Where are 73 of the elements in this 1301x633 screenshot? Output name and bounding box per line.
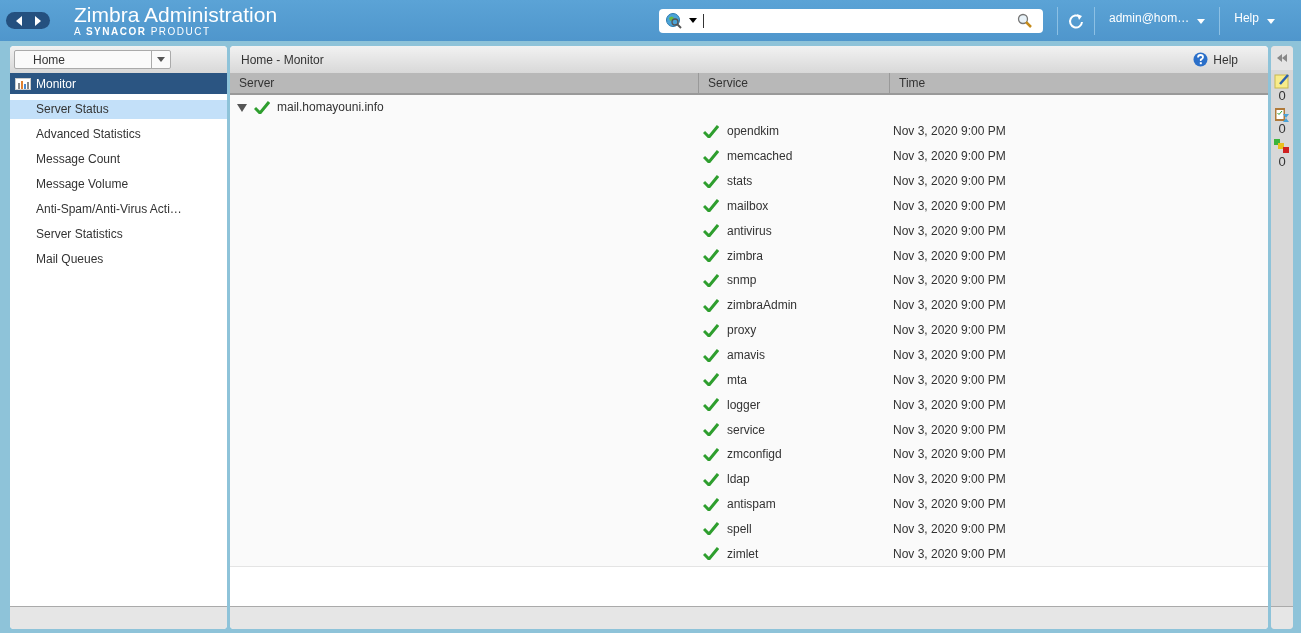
panel-footer	[1271, 606, 1293, 629]
sidebar-item[interactable]: Server Status	[10, 100, 227, 119]
service-time: Nov 3, 2020 9:00 PM	[893, 348, 1006, 362]
service-name: logger	[727, 397, 761, 412]
service-name: amavis	[727, 348, 765, 362]
count-label: 0	[1278, 89, 1286, 103]
column-header[interactable]: Service	[699, 73, 890, 93]
service-name: mailbox	[727, 198, 769, 213]
count-label: 0	[1278, 155, 1286, 169]
app-subtitle: A SYNACOR PRODUCT	[74, 26, 212, 37]
caret-icon[interactable]	[157, 57, 165, 62]
service-name: stats	[727, 174, 753, 189]
sidebar-item[interactable]: Mail Queues	[10, 250, 227, 269]
collapse-triangle-icon[interactable]	[237, 102, 247, 112]
app-title: Zimbra Administration	[74, 4, 279, 26]
service-name: antispam	[727, 497, 776, 512]
service-time: Nov 3, 2020 9:00 PM	[893, 198, 1006, 213]
service-name: memcached	[727, 149, 793, 164]
clipboard-hourglass-icon[interactable]	[1274, 106, 1290, 122]
home-breadcrumb-button[interactable]: Home	[14, 50, 171, 69]
service-name: zimlet	[727, 546, 759, 561]
service-name: mta	[727, 372, 747, 387]
service-name: snmp	[727, 273, 757, 288]
service-time: Nov 3, 2020 9:00 PM	[893, 298, 1006, 313]
service-time: Nov 3, 2020 9:00 PM	[893, 397, 1006, 412]
bar-chart-icon	[15, 77, 31, 90]
service-name: proxy	[727, 323, 757, 338]
sidebar-item[interactable]: Message Count	[10, 150, 227, 169]
service-time: Nov 3, 2020 9:00 PM	[893, 521, 1006, 536]
double-arrow-icon	[1277, 54, 1287, 62]
search-field[interactable]	[659, 8, 1043, 33]
caret-icon[interactable]	[1197, 19, 1206, 24]
column-header[interactable]: Server	[230, 73, 699, 93]
service-time: Nov 3, 2020 9:00 PM	[893, 223, 1006, 238]
squares-icon[interactable]	[1274, 139, 1290, 155]
server-name: mail.homayouni.info	[277, 100, 384, 114]
sidebar-item[interactable]: Server Statistics	[10, 225, 227, 244]
service-time: Nov 3, 2020 9:00 PM	[893, 546, 1006, 561]
service-name: zmconfigd	[727, 447, 782, 462]
search-icon[interactable]	[1017, 12, 1033, 29]
service-name: opendkim	[727, 124, 780, 139]
service-name: spell	[727, 521, 752, 536]
service-time: Nov 3, 2020 9:00 PM	[893, 248, 1006, 263]
column-header[interactable]: Time	[890, 73, 1268, 93]
service-time: Nov 3, 2020 9:00 PM	[893, 497, 1006, 512]
note-pencil-icon[interactable]	[1274, 73, 1290, 89]
collapse-button[interactable]	[1271, 46, 1293, 70]
service-name: zimbra	[727, 248, 763, 263]
service-time: Nov 3, 2020 9:00 PM	[893, 447, 1006, 462]
help-icon[interactable]	[1193, 52, 1209, 67]
section-title: Monitor	[36, 76, 76, 91]
caret-icon[interactable]	[1266, 19, 1275, 24]
service-time: Nov 3, 2020 9:00 PM	[893, 472, 1006, 487]
help-link[interactable]: Help	[1193, 52, 1238, 67]
sidebar-item[interactable]: Advanced Statistics	[10, 125, 227, 144]
service-time: Nov 3, 2020 9:00 PM	[893, 273, 1006, 288]
sidebar-item[interactable]: Message Volume	[10, 175, 227, 194]
service-time: Nov 3, 2020 9:00 PM	[893, 372, 1006, 387]
refresh-icon[interactable]	[1068, 11, 1084, 30]
service-time: Nov 3, 2020 9:00 PM	[893, 174, 1006, 189]
dropdown-caret-icon[interactable]	[689, 18, 697, 23]
service-name: service	[727, 422, 765, 437]
service-time: Nov 3, 2020 9:00 PM	[893, 422, 1006, 437]
service-time: Nov 3, 2020 9:00 PM	[893, 124, 1006, 139]
service-time: Nov 3, 2020 9:00 PM	[893, 149, 1006, 164]
service-name: zimbraAdmin	[727, 298, 798, 313]
panel-title: Home - Monitor	[241, 52, 324, 67]
count-label: 0	[1278, 122, 1286, 136]
service-name: ldap	[727, 472, 750, 487]
service-name: antivirus	[727, 223, 772, 238]
globe-search-icon[interactable]	[665, 11, 683, 30]
sidebar-item[interactable]: Anti-Spam/Anti-Virus Acti…	[10, 200, 227, 219]
service-time: Nov 3, 2020 9:00 PM	[893, 323, 1006, 338]
